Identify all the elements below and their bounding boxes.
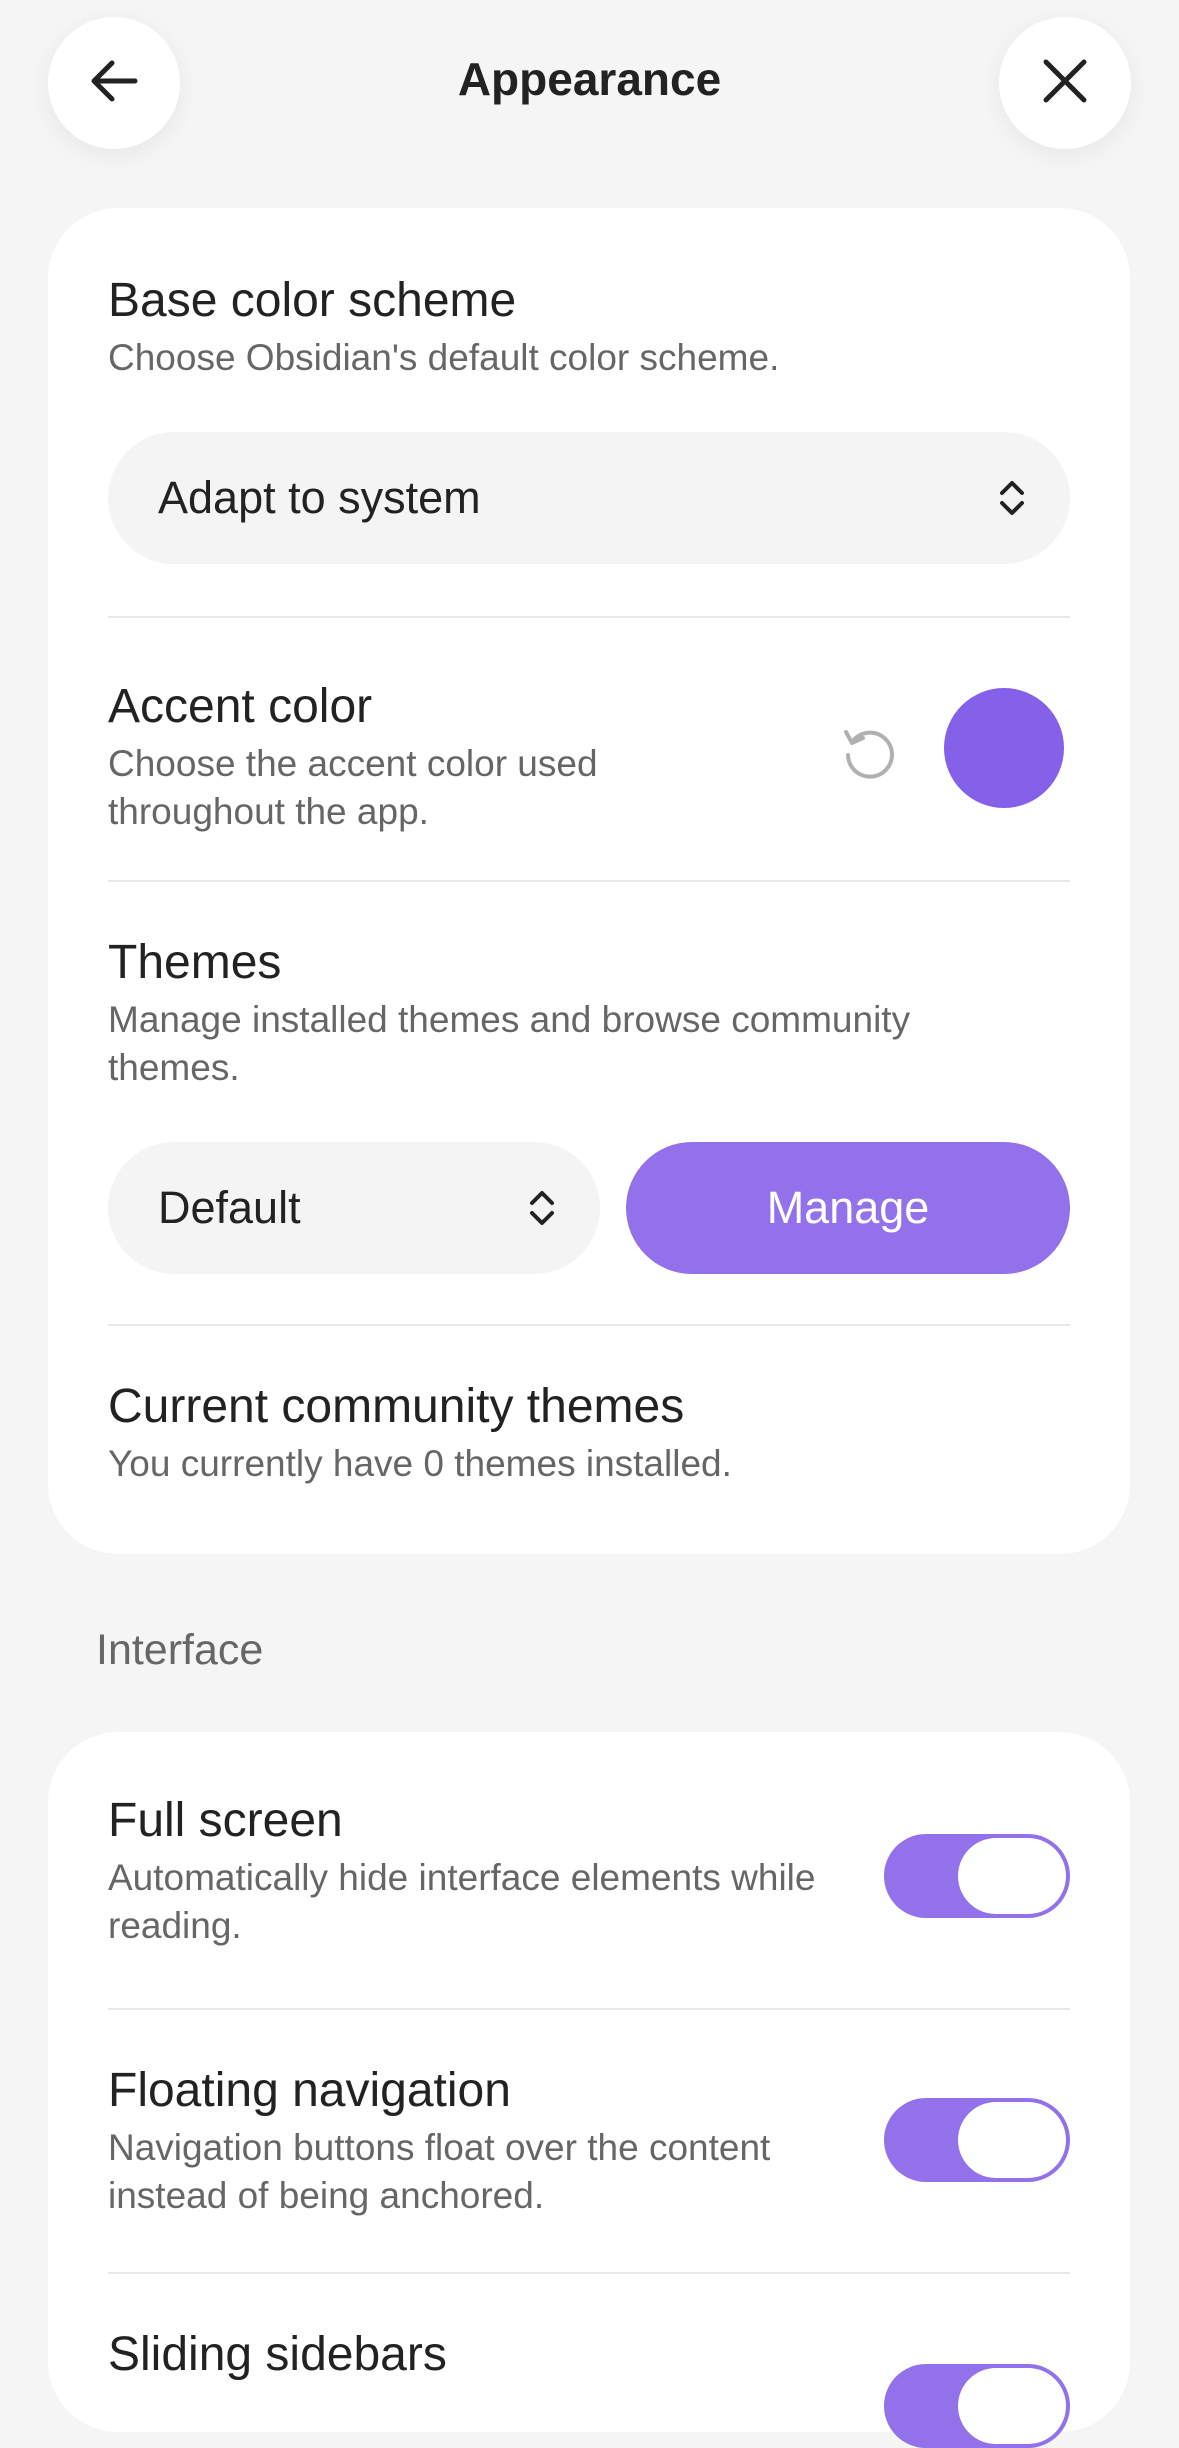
close-button[interactable] bbox=[999, 17, 1131, 149]
theme-dropdown[interactable]: Default bbox=[108, 1142, 600, 1274]
setting-community-themes: Current community themes You currently h… bbox=[108, 1326, 1070, 1488]
reset-icon[interactable] bbox=[840, 722, 900, 782]
setting-base-color-scheme: Base color scheme Choose Obsidian's defa… bbox=[108, 208, 1070, 616]
setting-sliding-sidebars: Sliding sidebars bbox=[108, 2274, 1070, 2448]
setting-themes: Themes Manage installed themes and brows… bbox=[108, 882, 1070, 1324]
chevron-up-down-icon bbox=[998, 478, 1026, 518]
setting-description: Choose the accent color used throughout … bbox=[108, 743, 598, 832]
setting-floating-navigation: Floating navigation Navigation buttons f… bbox=[108, 2010, 1070, 2272]
chevron-up-down-icon bbox=[528, 1188, 556, 1228]
floating-navigation-toggle[interactable] bbox=[884, 2098, 1070, 2182]
dropdown-value: Adapt to system bbox=[158, 472, 481, 523]
header: Appearance bbox=[0, 0, 1179, 170]
toggle-knob bbox=[958, 2368, 1066, 2444]
setting-name: Accent color bbox=[108, 680, 373, 733]
setting-name: Current community themes bbox=[108, 1380, 685, 1433]
sliding-sidebars-toggle[interactable] bbox=[884, 2364, 1070, 2448]
setting-description: Choose Obsidian's default color scheme. bbox=[108, 337, 780, 378]
setting-accent-color: Accent color Choose the accent color use… bbox=[108, 618, 1070, 880]
interface-card: Full screen Automatically hide interface… bbox=[48, 1732, 1130, 2448]
setting-description: Manage installed themes and browse commu… bbox=[108, 999, 911, 1088]
section-heading-interface: Interface bbox=[96, 1626, 264, 1674]
setting-name: Full screen bbox=[108, 1794, 343, 1847]
setting-description: You currently have 0 themes installed. bbox=[108, 1443, 732, 1484]
setting-name: Floating navigation bbox=[108, 2064, 511, 2117]
toggle-knob bbox=[958, 2102, 1066, 2178]
appearance-card: Base color scheme Choose Obsidian's defa… bbox=[48, 208, 1130, 1554]
manage-themes-button[interactable]: Manage bbox=[626, 1142, 1070, 1274]
setting-description: Automatically hide interface elements wh… bbox=[108, 1857, 816, 1946]
accent-color-swatch[interactable] bbox=[944, 688, 1064, 808]
setting-name: Base color scheme bbox=[108, 274, 517, 327]
toggle-knob bbox=[958, 1838, 1066, 1914]
dropdown-value: Default bbox=[158, 1182, 301, 1233]
full-screen-toggle[interactable] bbox=[884, 1834, 1070, 1918]
close-icon bbox=[1040, 56, 1090, 111]
base-color-scheme-dropdown[interactable]: Adapt to system bbox=[108, 432, 1070, 564]
setting-description: Navigation buttons float over the conten… bbox=[108, 2127, 771, 2216]
setting-full-screen: Full screen Automatically hide interface… bbox=[108, 1732, 1070, 2008]
setting-name: Themes bbox=[108, 936, 282, 989]
